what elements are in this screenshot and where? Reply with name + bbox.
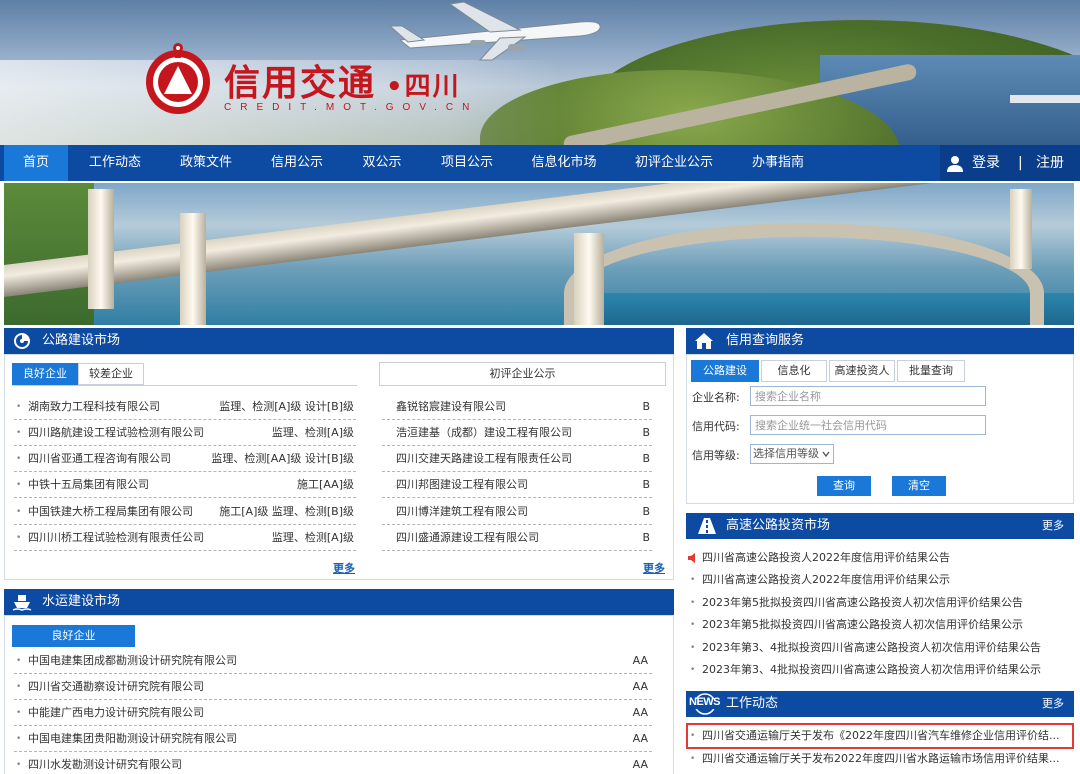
- highway-logo-icon: [14, 333, 30, 349]
- ship-icon: [12, 595, 32, 611]
- news-item[interactable]: • 四川省交通运输厅关于发布2022年度四川省水路运输市场信用评价结果...: [686, 748, 1074, 770]
- tab-query-it[interactable]: 信息化: [761, 360, 827, 382]
- list-item[interactable]: 鑫锐铭宸建设有限公司 B: [382, 394, 652, 420]
- water-market-title: 水运建设市场: [42, 594, 121, 609]
- register-link[interactable]: 注册: [1036, 145, 1064, 181]
- bridge-pillar: [180, 213, 206, 325]
- list-item[interactable]: 四川盛通源建设工程有限公司 B: [382, 525, 652, 551]
- highway-investment-more-link[interactable]: 更多: [1042, 513, 1064, 539]
- credit-emblem-icon: [146, 43, 210, 114]
- news-item[interactable]: • 2023年第5批拟投资四川省高速公路投资人初次信用评价结果公示: [686, 614, 1074, 636]
- news-item[interactable]: • 2023年第3、4批拟投资四川省高速公路投资人初次信用评价结果公示: [686, 659, 1074, 681]
- prelim-companies-heading: 初评企业公示: [379, 362, 666, 386]
- news-badge-text: NEWS: [689, 696, 721, 708]
- nav-prelim-public[interactable]: 初评企业公示: [628, 145, 720, 181]
- list-item[interactable]: • 四川省亚通工程咨询有限公司 监理、检测[AA]级 设计[B]级: [14, 446, 356, 472]
- nav-guide[interactable]: 办事指南: [746, 145, 810, 181]
- news-item[interactable]: • 2023年第3、4批拟投资四川省高速公路投资人初次信用评价结果公告: [686, 637, 1074, 659]
- bridge-pillar: [1010, 189, 1032, 269]
- logo-domain: CREDIT.MOT.GOV.CN: [224, 102, 479, 113]
- bridge-arch: [564, 223, 1044, 325]
- list-item[interactable]: 四川交建天路建设工程有限责任公司 B: [382, 446, 652, 472]
- list-item[interactable]: 浩洹建基（成都）建设工程有限公司 B: [382, 420, 652, 446]
- tab-poor-companies[interactable]: 较差企业: [78, 363, 144, 385]
- credit-code-input[interactable]: [750, 415, 986, 435]
- list-item[interactable]: • 湖南致力工程科技有限公司 监理、检测[A]级 设计[B]级: [14, 394, 356, 420]
- work-news-more-link[interactable]: 更多: [1042, 691, 1064, 717]
- tab-water-good-companies[interactable]: 良好企业: [12, 625, 135, 647]
- main-nav: 首页 工作动态 政策文件 信用公示 双公示 项目公示 信息化市场 初评企业公示 …: [0, 145, 1080, 181]
- news-item[interactable]: • 2023年第5批拟投资四川省高速公路投资人初次信用评价结果公告: [686, 592, 1074, 614]
- header-banner: 信用交通 •四川 CREDIT.MOT.GOV.CN: [0, 0, 1080, 145]
- credit-query-title: 信用查询服务: [726, 333, 805, 348]
- tab-underline: [12, 385, 357, 386]
- highway-market-title: 公路建设市场: [42, 333, 121, 348]
- list-item[interactable]: • 中国电建集团贵阳勘测设计研究院有限公司 AA: [14, 726, 652, 752]
- logo-title: 信用交通 •四川: [224, 63, 461, 104]
- credit-level-select[interactable]: 选择信用等级: [750, 444, 834, 464]
- speaker-icon: [688, 553, 695, 563]
- banner-train: [1010, 95, 1080, 103]
- credit-query-header: 信用查询服务: [686, 328, 1074, 354]
- nav-double-public[interactable]: 双公示: [356, 145, 408, 181]
- list-item[interactable]: • 中国电建集团成都勘测设计研究院有限公司 AA: [14, 648, 652, 674]
- banner-riverbank: [4, 183, 94, 325]
- login-link[interactable]: 登录: [972, 145, 1000, 181]
- list-item[interactable]: • 中国铁建大桥工程局集团有限公司 施工[A]级 监理、检测[B]级: [14, 499, 356, 525]
- nav-credit-public[interactable]: 信用公示: [264, 145, 330, 181]
- more-prelim-companies-link[interactable]: 更多: [643, 560, 665, 576]
- selected-news-highlight: [686, 723, 1074, 749]
- bridge-pillar: [574, 233, 604, 325]
- list-item[interactable]: • 中铁十五局集团有限公司 施工[AA]级: [14, 472, 356, 498]
- tab-query-highway[interactable]: 公路建设: [691, 360, 759, 382]
- list-item[interactable]: • 四川水发勘测设计研究有限公司 AA: [14, 752, 652, 774]
- company-name-label: 企业名称:: [692, 391, 740, 404]
- nav-separator: |: [1018, 155, 1023, 171]
- news-item[interactable]: 四川省高速公路投资人2022年度信用评价结果公告: [686, 547, 1074, 569]
- list-item[interactable]: 四川博洋建筑工程有限公司 B: [382, 499, 652, 525]
- list-item[interactable]: • 四川川桥工程试验检测有限责任公司 监理、检测[A]级: [14, 525, 356, 551]
- tab-good-companies[interactable]: 良好企业: [12, 363, 78, 385]
- highway-investment-header: 高速公路投资市场 更多: [686, 513, 1074, 539]
- highway-investment-title: 高速公路投资市场: [726, 518, 831, 533]
- clear-button[interactable]: 清空: [892, 476, 946, 496]
- credit-code-label: 信用代码:: [692, 420, 740, 433]
- user-icon: [947, 156, 963, 172]
- search-button[interactable]: 查询: [817, 476, 871, 496]
- highway-market-header: 公路建设市场: [4, 328, 674, 354]
- road-icon: [698, 518, 716, 534]
- bridge-pillar: [88, 189, 114, 309]
- work-news-title: 工作动态: [726, 696, 779, 711]
- work-news-header: NEWS 工作动态 更多: [686, 691, 1074, 717]
- nav-it-market[interactable]: 信息化市场: [526, 145, 602, 181]
- company-name-input[interactable]: [750, 386, 986, 406]
- chevron-down-icon: [822, 451, 830, 458]
- list-item[interactable]: • 四川省交通勘察设计研究院有限公司 AA: [14, 674, 652, 700]
- home-icon: [695, 333, 713, 349]
- tab-query-batch[interactable]: 批量查询: [897, 360, 965, 382]
- news-item[interactable]: • 四川省高速公路投资人2022年度信用评价结果公示: [686, 569, 1074, 591]
- list-item[interactable]: • 中能建广西电力设计研究院有限公司 AA: [14, 700, 652, 726]
- more-good-companies-link[interactable]: 更多: [333, 560, 355, 576]
- list-item[interactable]: • 四川路航建设工程试验检测有限公司 监理、检测[A]级: [14, 420, 356, 446]
- nav-policy[interactable]: 政策文件: [174, 145, 238, 181]
- list-item[interactable]: 四川邦图建设工程有限公司 B: [382, 472, 652, 498]
- bridge-banner: [4, 183, 1074, 325]
- nav-work-news[interactable]: 工作动态: [82, 145, 148, 181]
- nav-project-public[interactable]: 项目公示: [434, 145, 500, 181]
- water-market-header: 水运建设市场: [4, 589, 674, 615]
- nav-home[interactable]: 首页: [4, 145, 68, 181]
- tab-query-investor[interactable]: 高速投资人: [829, 360, 895, 382]
- credit-level-label: 信用等级:: [692, 449, 740, 462]
